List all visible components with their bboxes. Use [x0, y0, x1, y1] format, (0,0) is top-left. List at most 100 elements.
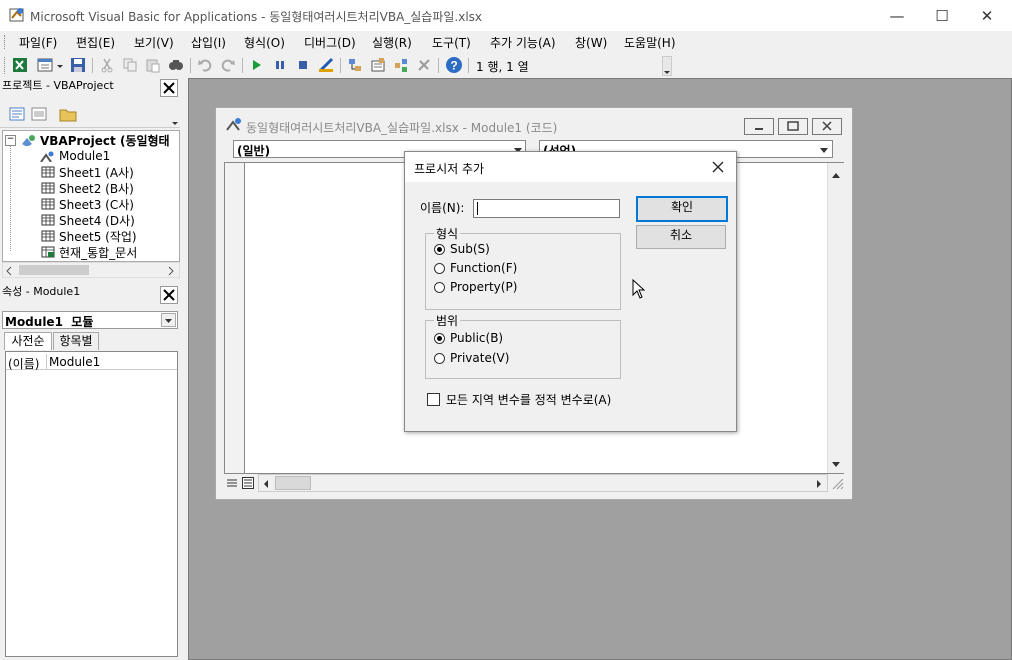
help-icon[interactable]: ?	[445, 56, 463, 74]
toolbox-icon[interactable]	[416, 57, 432, 73]
radio-private[interactable]: Private(V)	[434, 351, 509, 365]
radio-function[interactable]: Function(F)	[434, 261, 517, 275]
radio-public[interactable]: Public(B)	[434, 331, 503, 345]
code-close-button[interactable]	[812, 118, 842, 135]
radio-public-dot[interactable]	[434, 332, 445, 344]
radio-sub-dot[interactable]	[434, 243, 445, 255]
code-minimize-button[interactable]	[744, 118, 774, 135]
cancel-button[interactable]: 취소	[636, 225, 726, 249]
maximize-button[interactable]: ☐	[919, 0, 965, 31]
object-select-dropdown[interactable]	[161, 313, 176, 327]
title-bar: Microsoft Visual Basic for Applications …	[0, 0, 1012, 31]
tree-item-sheet1[interactable]: Sheet1 (A사)	[41, 164, 134, 180]
procedure-view-icon[interactable]	[226, 477, 238, 489]
close-project-explorer-button[interactable]	[160, 79, 178, 97]
property-name: (이름)	[8, 357, 40, 371]
full-module-view-icon[interactable]	[242, 477, 254, 489]
dialog-close-icon[interactable]	[711, 160, 725, 174]
radio-public-label: Public(B)	[450, 331, 504, 345]
menu-format[interactable]: 형식(O)	[244, 34, 285, 51]
code-vscrollbar[interactable]	[827, 163, 844, 473]
close-button[interactable]: ✕	[964, 0, 1010, 31]
minimize-icon	[755, 128, 763, 130]
tab-alphabetic[interactable]: 사전순	[4, 332, 52, 350]
menu-edit[interactable]: 편집(E)	[76, 34, 115, 51]
object-select[interactable]: Module1 모듈	[2, 311, 178, 329]
view-code-icon[interactable]	[9, 106, 25, 122]
menu-run[interactable]: 실행(R)	[372, 34, 412, 51]
properties-window-icon[interactable]	[370, 57, 386, 73]
scroll-down-icon[interactable]	[831, 461, 841, 469]
margin-indicator-bar[interactable]	[225, 163, 245, 473]
toolbar-overflow[interactable]	[662, 56, 672, 76]
view-object-icon[interactable]	[31, 106, 47, 122]
scroll-right-icon[interactable]	[815, 479, 823, 489]
scroll-thumb[interactable]	[19, 265, 89, 275]
cut-icon[interactable]	[99, 57, 115, 73]
toolbar-grip[interactable]	[4, 57, 7, 74]
property-row[interactable]: (이름) Module1	[6, 354, 177, 371]
insert-module-icon[interactable]	[37, 57, 53, 73]
scroll-left-icon[interactable]	[262, 479, 270, 489]
project-hscrollbar[interactable]	[2, 262, 180, 278]
tab-categorized[interactable]: 항목별	[53, 332, 99, 350]
dialog-title: 프로시저 추가	[414, 162, 485, 176]
checkbox-box[interactable]	[427, 393, 440, 406]
resize-grip-icon[interactable]	[830, 476, 844, 490]
menu-addins[interactable]: 추가 기능(A)	[490, 34, 556, 51]
radio-sub[interactable]: Sub(S)	[434, 242, 490, 256]
static-vars-label: 모든 지역 변수를 정적 변수로(A)	[446, 393, 612, 407]
radio-function-dot[interactable]	[434, 262, 445, 274]
name-input[interactable]	[473, 199, 620, 218]
close-icon	[163, 289, 175, 301]
scroll-thumb[interactable]	[275, 476, 311, 490]
scroll-left-icon[interactable]	[5, 266, 13, 276]
radio-property-dot[interactable]	[434, 281, 445, 293]
tree-item-module1[interactable]: Module1	[39, 148, 110, 164]
scroll-right-icon[interactable]	[167, 266, 175, 276]
menu-debug[interactable]: 디버그(D)	[304, 34, 356, 51]
paste-icon[interactable]	[145, 57, 161, 73]
object-browser-icon[interactable]	[393, 57, 409, 73]
close-properties-button[interactable]	[160, 286, 178, 304]
undo-icon[interactable]	[197, 57, 213, 73]
radio-property[interactable]: Property(P)	[434, 280, 517, 294]
project-explorer-icon[interactable]	[347, 57, 363, 73]
menu-window[interactable]: 창(W)	[575, 34, 607, 51]
menu-file[interactable]: 파일(F)	[19, 34, 57, 51]
reset-icon[interactable]	[295, 57, 311, 73]
radio-private-dot[interactable]	[434, 352, 445, 364]
redo-icon[interactable]	[220, 57, 236, 73]
code-hscrollbar[interactable]	[258, 474, 828, 492]
toggle-folders-icon[interactable]	[59, 106, 77, 122]
scroll-up-icon[interactable]	[831, 171, 841, 179]
tree-item-sheet4[interactable]: Sheet4 (D사)	[41, 212, 135, 228]
chevron-down-icon[interactable]	[818, 144, 830, 156]
menu-help[interactable]: 도움말(H)	[624, 34, 676, 51]
menu-grip[interactable]	[4, 35, 7, 49]
minimize-button[interactable]: —	[874, 0, 920, 31]
code-window-title: 동일형태여러시트처리VBA_실습파일.xlsx - Module1 (코드)	[246, 121, 558, 135]
menu-insert[interactable]: 삽입(I)	[191, 34, 226, 51]
run-icon[interactable]	[249, 57, 265, 73]
project-toolbar-overflow[interactable]	[170, 100, 180, 128]
tree-item-thisworkbook[interactable]: 현재_통합_문서	[41, 244, 137, 260]
static-vars-checkbox[interactable]: 모든 지역 변수를 정적 변수로(A)	[427, 391, 611, 408]
tree-item-sheet5[interactable]: Sheet5 (작업)	[41, 228, 137, 244]
code-restore-button[interactable]	[778, 118, 808, 135]
copy-icon[interactable]	[122, 57, 138, 73]
ok-button[interactable]: 확인	[636, 196, 728, 222]
menu-view[interactable]: 보기(V)	[134, 34, 174, 51]
save-icon[interactable]	[70, 57, 86, 73]
dropdown-arrow-icon[interactable]	[56, 57, 64, 73]
excel-icon[interactable]	[12, 57, 28, 73]
find-icon[interactable]	[168, 57, 184, 73]
break-icon[interactable]	[272, 57, 288, 73]
worksheet-icon	[41, 166, 55, 178]
design-mode-icon[interactable]	[318, 57, 334, 73]
collapse-icon[interactable]: −	[5, 134, 16, 146]
tree-item-sheet3[interactable]: Sheet3 (C사)	[41, 196, 134, 212]
tree-item-sheet2[interactable]: Sheet2 (B사)	[41, 180, 134, 196]
menu-tools[interactable]: 도구(T)	[432, 34, 471, 51]
tree-root-vbaproject[interactable]: − VBAProject (동일형태	[5, 132, 170, 148]
